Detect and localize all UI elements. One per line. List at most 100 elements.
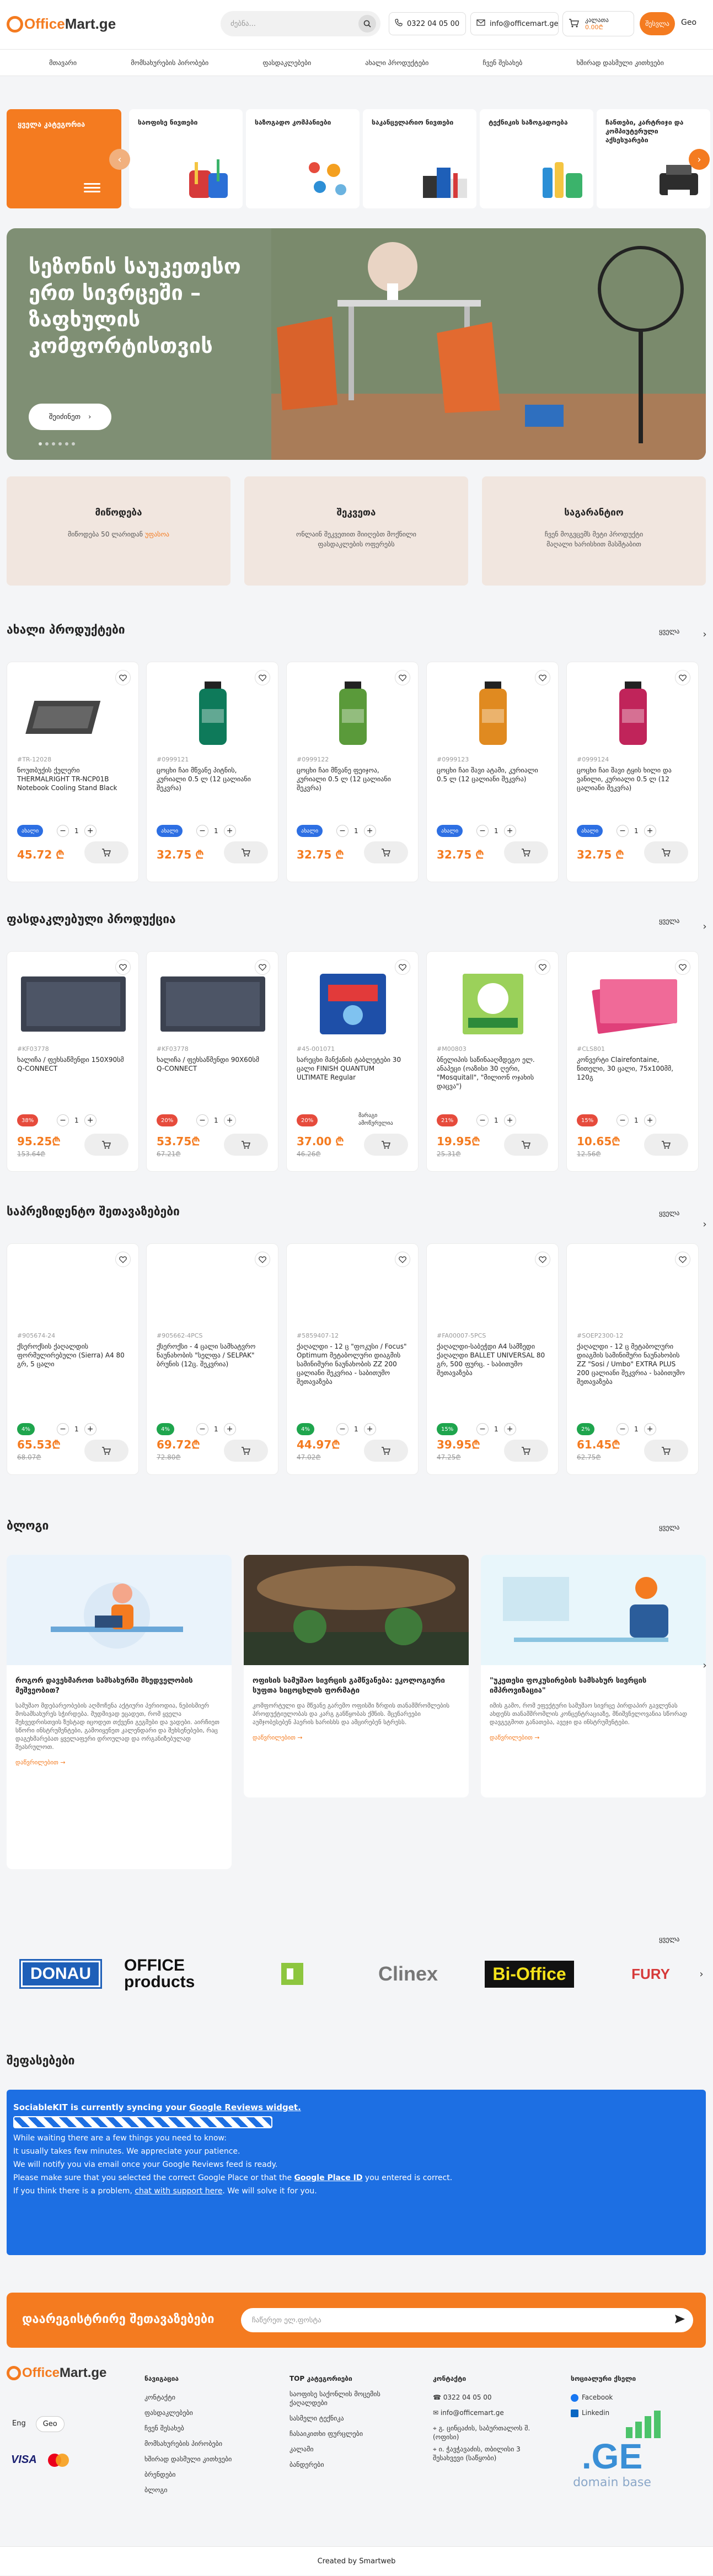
quantity-stepper[interactable]: −1 + — [57, 825, 97, 837]
phone-box[interactable]: 0322 04 05 00 — [389, 12, 466, 35]
add-to-cart-button[interactable] — [504, 841, 548, 863]
minus-icon[interactable]: − — [196, 825, 208, 837]
add-to-cart-button[interactable] — [224, 1440, 268, 1462]
quantity-stepper[interactable]: −1 + — [336, 1423, 376, 1435]
add-to-cart-button[interactable] — [224, 841, 268, 863]
brand-bi-office[interactable]: Bi-Office — [474, 1955, 585, 1993]
product-name[interactable]: ქსეროქსის ქაღალდის ფორმულირებული (Sierra… — [17, 1342, 128, 1395]
quantity-stepper[interactable]: −1 + — [57, 1114, 97, 1126]
add-to-cart-button[interactable] — [364, 1440, 408, 1462]
product-card[interactable]: #0999122 ცოცხი ჩაი მწვანე ფეიჯოა, კურიალი… — [286, 662, 419, 882]
nav-item-about[interactable]: ჩვენ შესახებ — [483, 59, 522, 67]
category-next-arrow[interactable]: › — [689, 149, 710, 170]
send-icon[interactable] — [674, 2314, 685, 2326]
category-card[interactable]: საზოგადო კომპანიები — [246, 109, 360, 208]
footer-logo[interactable]: Office Mart.ge — [7, 2365, 106, 2381]
blog-card[interactable]: ოფისის სამუშაო სივრცის გამწვანება: ეკოლო… — [244, 1555, 469, 1797]
info-link[interactable]: უფასოა — [145, 530, 169, 538]
see-all-brands[interactable]: ყველა — [659, 1935, 679, 1943]
product-card[interactable]: #0999121 ცოცხი ჩაი მწვანე პიტნის, კურიალი… — [146, 662, 278, 882]
plus-icon[interactable]: + — [644, 1423, 656, 1435]
product-card[interactable]: #5859407-12 ქაღალდი - 12 ც "ფოკუსი / Focu… — [286, 1243, 419, 1475]
product-row-next-arrow[interactable]: › — [699, 1219, 710, 1230]
all-categories-button[interactable]: ყველა კატეგორია — [7, 109, 121, 208]
product-card[interactable]: #45-001071 სარეცხი მანქანის ტაბლეტები 30 … — [286, 951, 419, 1172]
brands-next-arrow[interactable]: › — [696, 1968, 707, 1980]
plus-icon[interactable]: + — [644, 1114, 656, 1126]
add-to-cart-button[interactable] — [644, 1134, 688, 1156]
blog-next-arrow[interactable]: › — [699, 1660, 710, 1671]
minus-icon[interactable]: − — [196, 1423, 208, 1435]
quantity-stepper[interactable]: −1 + — [196, 1423, 236, 1435]
plus-icon[interactable]: + — [503, 825, 516, 837]
category-prev-arrow[interactable]: ‹ — [109, 149, 130, 170]
footer-link[interactable]: ჩვენ შესახებ — [144, 2421, 232, 2436]
brand-clinex[interactable]: Clinex — [364, 1955, 452, 1993]
plus-icon[interactable]: + — [223, 1423, 236, 1435]
see-all-blog[interactable]: ყველა — [659, 1523, 679, 1531]
product-card[interactable]: #CLS801 კონვერტი Clairefontaine, წითელი, … — [566, 951, 699, 1172]
nav-item-discounts[interactable]: ფასდაკლებები — [262, 59, 311, 67]
product-name[interactable]: ცოცხი ჩაი შავი ატამი, კურიალი 0.5 ლ (12 … — [437, 766, 548, 801]
quantity-stepper[interactable]: −1 + — [616, 825, 656, 837]
newsletter-email-input[interactable]: ჩაწერეთ ელ.ფოსტა — [241, 2308, 693, 2332]
add-to-cart-button[interactable] — [504, 1134, 548, 1156]
plus-icon[interactable]: + — [644, 825, 656, 837]
nav-item-terms[interactable]: მომსახურების პირობები — [131, 59, 208, 67]
product-card[interactable]: #TR-12028 ნოუთბუქის ქულერი THERMALRIGHT T… — [7, 662, 139, 882]
wishlist-heart-icon[interactable] — [675, 1252, 690, 1267]
brand-green-logo[interactable] — [265, 1955, 320, 1993]
footer-link[interactable]: სასმელი ტექნიკა — [290, 2411, 411, 2426]
category-card[interactable]: საკანცელარიო ნივთები — [363, 109, 476, 208]
search-input[interactable]: ძებნა... — [221, 11, 380, 36]
add-to-cart-button[interactable] — [84, 1134, 128, 1156]
product-name[interactable]: ბნელიპის საწინააღმდეგო ელ. ანაპეცი (ოაზი… — [437, 1055, 548, 1091]
add-to-cart-button[interactable] — [504, 1440, 548, 1462]
minus-icon[interactable]: − — [336, 1423, 349, 1435]
google-place-id-link[interactable]: Google Place ID — [294, 2174, 363, 2182]
hero-cta-button[interactable]: შეიძინეთ › — [29, 404, 111, 430]
add-to-cart-button[interactable] — [224, 1134, 268, 1156]
quantity-stepper[interactable]: −1 + — [196, 1114, 236, 1126]
nav-item-faq[interactable]: ხშირად დასმული კითხვები — [576, 59, 663, 67]
quantity-stepper[interactable]: −1 + — [57, 1423, 97, 1435]
email-box[interactable]: info@officemart.ge — [470, 12, 559, 35]
quantity-stepper[interactable]: −1 + — [616, 1114, 656, 1126]
quantity-stepper[interactable]: −1 + — [336, 825, 376, 837]
lang-geo[interactable]: Geo — [35, 2416, 65, 2432]
facebook-link[interactable]: Facebook — [571, 2390, 636, 2405]
wishlist-heart-icon[interactable] — [395, 1252, 410, 1267]
product-row-next-arrow[interactable]: › — [699, 921, 710, 932]
product-name[interactable]: კონვერტი Clairefontaine, წითელი, 30 ცალი… — [577, 1055, 688, 1091]
footer-link[interactable]: კალამი — [290, 2441, 411, 2457]
footer-link[interactable]: კონტაქტი — [144, 2390, 232, 2405]
see-all-discounts[interactable]: ყველა — [659, 917, 679, 925]
quantity-stepper[interactable]: −1 + — [476, 825, 516, 837]
add-to-cart-button[interactable] — [364, 841, 408, 863]
minus-icon[interactable]: − — [336, 825, 349, 837]
quantity-stepper[interactable]: −1 + — [616, 1423, 656, 1435]
product-name[interactable]: ქაღალდი - 12 ც მეტაბოლური დიაგმის სამინი… — [577, 1342, 688, 1395]
product-card[interactable]: #905662-4PCS ქსეროქსი - 4 ცალი სამხატვრო … — [146, 1243, 278, 1475]
footer-link[interactable]: საოფისე საქონლის მოცემის ქაღალდები — [290, 2390, 411, 2407]
plus-icon[interactable]: + — [223, 825, 236, 837]
language-selector[interactable]: Geo — [681, 18, 696, 27]
product-name[interactable]: ხალიჩა / ფეხსაწმენდი 150X90სმ Q-CONNECT — [17, 1055, 128, 1091]
footer-email[interactable]: ✉ info@officemart.ge — [433, 2405, 543, 2421]
see-all-new[interactable]: ყველა — [659, 627, 679, 635]
product-name[interactable]: ცოცხი ჩაი მწვანე პიტნის, კურიალი 0.5 ლ (… — [157, 766, 268, 801]
search-icon[interactable] — [358, 15, 376, 33]
wishlist-heart-icon[interactable] — [255, 1252, 270, 1267]
quantity-stepper[interactable]: −1 + — [476, 1423, 516, 1435]
footer-link[interactable]: ჩასაიკითხი ფურცლები — [290, 2426, 411, 2441]
plus-icon[interactable]: + — [503, 1114, 516, 1126]
product-card[interactable]: #905674-24 ქსეროქსის ქაღალდის ფორმულირებუ… — [7, 1243, 139, 1475]
product-name[interactable]: ხალიჩა / ფეხსაწმენდი 90X60სმ Q-CONNECT — [157, 1055, 268, 1091]
brand-fury[interactable]: FURY — [623, 1955, 678, 1993]
quantity-stepper[interactable]: −1 + — [196, 825, 236, 837]
plus-icon[interactable]: + — [503, 1423, 516, 1435]
site-logo[interactable]: Office Mart.ge — [7, 15, 116, 33]
plus-icon[interactable]: + — [84, 1423, 97, 1435]
add-to-cart-button[interactable] — [84, 841, 128, 863]
product-card[interactable]: #0999123 ცოცხი ჩაი შავი ატამი, კურიალი 0.… — [426, 662, 559, 882]
